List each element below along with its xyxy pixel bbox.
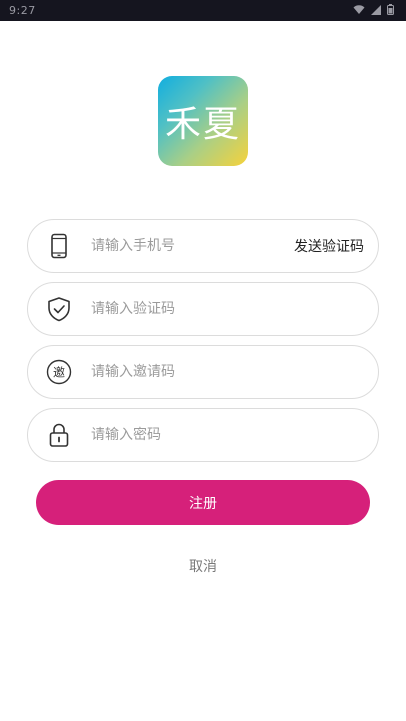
verify-code-field <box>27 282 379 336</box>
invite-code-field: 邀 <box>27 345 379 399</box>
phone-field: 发送验证码 <box>27 219 379 273</box>
verify-code-input[interactable] <box>91 293 281 325</box>
logo-text: 禾夏 <box>164 104 241 145</box>
password-input[interactable] <box>91 419 281 451</box>
invite-icon-glyph: 邀 <box>53 365 65 380</box>
invite-icon: 邀 <box>46 359 72 385</box>
status-bar: 9:27 <box>0 0 406 21</box>
lock-icon <box>49 423 69 447</box>
cancel-button[interactable]: 取消 <box>0 556 406 576</box>
shield-check-icon <box>48 297 70 322</box>
system-icons <box>353 4 394 15</box>
register-button[interactable]: 注册 <box>36 480 370 525</box>
cell-signal-icon <box>371 4 381 15</box>
phone-icon <box>51 233 67 259</box>
app-logo: 禾夏 <box>158 76 248 166</box>
battery-icon <box>387 4 394 15</box>
invite-code-input[interactable] <box>91 356 281 388</box>
send-code-button[interactable]: 发送验证码 <box>294 236 364 256</box>
status-time: 9:27 <box>9 4 36 17</box>
phone-input[interactable] <box>91 230 281 262</box>
wifi-icon <box>353 4 365 14</box>
password-field <box>27 408 379 462</box>
